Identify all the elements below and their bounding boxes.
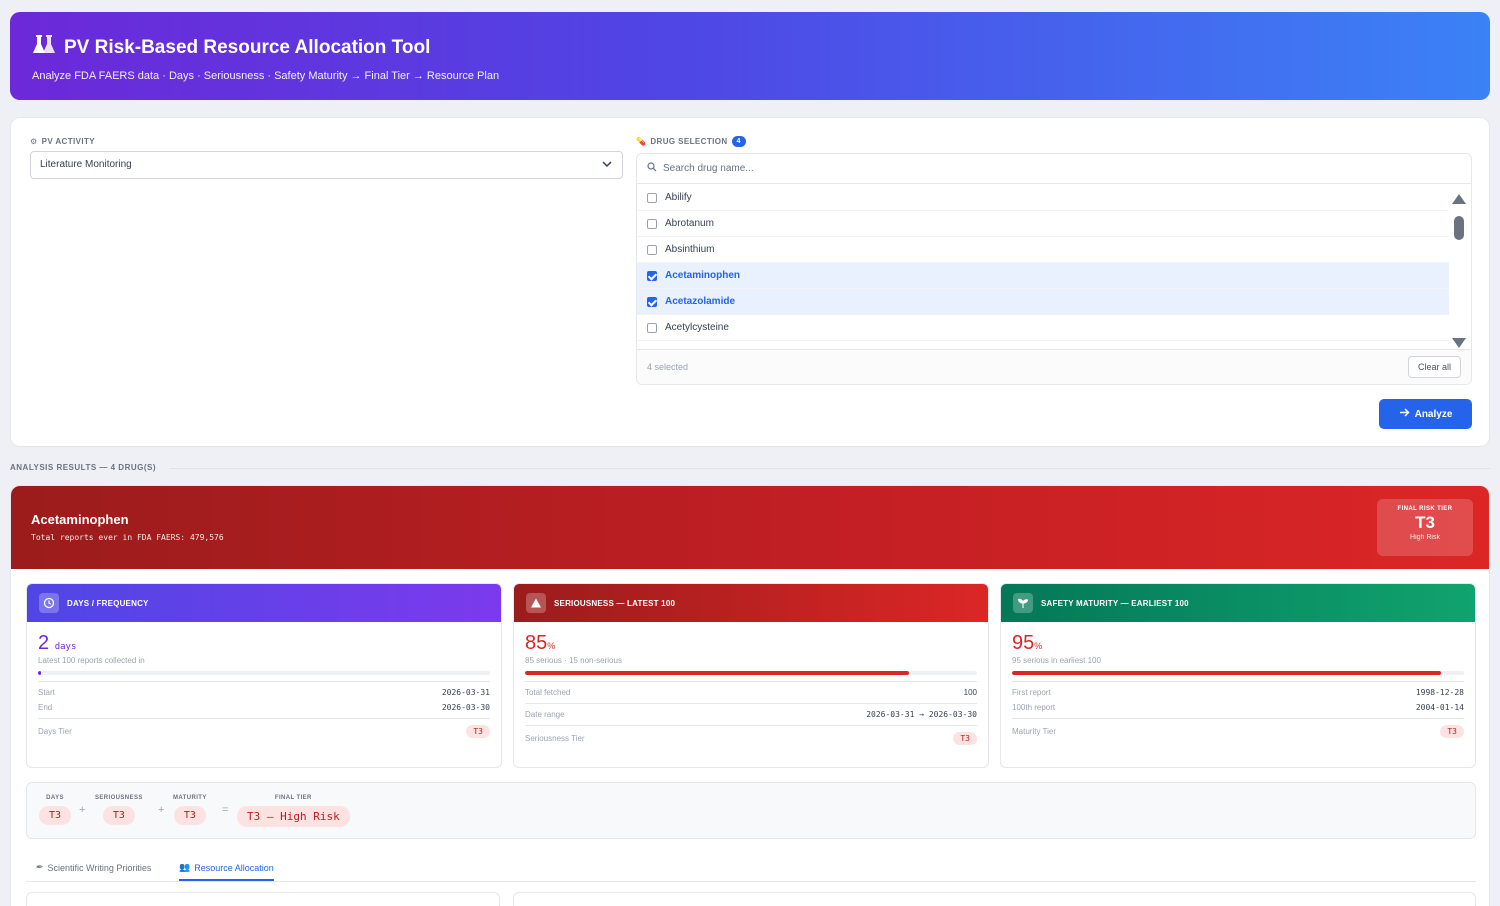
days-progress-bar: [38, 671, 490, 675]
pv-activity-select[interactable]: Literature Monitoring: [30, 151, 623, 179]
maturity-progress-fill: [1012, 671, 1442, 675]
people-icon: 👥: [179, 862, 191, 872]
maturity-tier-badge: T3: [1440, 725, 1464, 738]
plus-operator: +: [79, 804, 86, 816]
drug-item-acetylcysteine[interactable]: Acetylcysteine: [637, 315, 1449, 341]
drug-search-input[interactable]: Search drug name...: [637, 154, 1471, 184]
tab-resource-allocation[interactable]: 👥 Resource Allocation: [179, 862, 274, 881]
days-end-row: End 2026-03-30: [38, 703, 490, 712]
scroll-down-arrow-icon[interactable]: [1452, 338, 1466, 348]
gear-icon: ⚙: [30, 137, 38, 146]
pv-activity-label: ⚙ PV ACTIVITY: [30, 137, 96, 146]
checkbox[interactable]: [647, 322, 657, 333]
safety-maturity-card: SAFETY MATURITY — EARLIEST 100 95% 95 se…: [1000, 583, 1476, 768]
formula-final: FINAL TIER T3 — High Risk: [237, 795, 350, 827]
clock-icon: [39, 593, 59, 613]
drug-list: Abilify Abrotanum Absinthium Acetaminoph…: [637, 185, 1449, 351]
search-icon: [647, 162, 657, 175]
formula-maturity: MATURITY T3: [173, 795, 207, 825]
days-start-row: Start 2026-03-31: [38, 688, 490, 697]
drug-item-absinthium[interactable]: Absinthium: [637, 237, 1449, 263]
seriousness-value: 85%: [525, 632, 556, 654]
result-header: Acetaminophen Total reports ever in FDA …: [11, 486, 1489, 569]
seriousness-progress-fill: [525, 671, 910, 675]
scroll-thumb[interactable]: [1454, 216, 1464, 240]
hundredth-report-row: 100th report 2004-01-14: [1012, 703, 1464, 712]
drug-list-scrollbar[interactable]: [1451, 190, 1467, 350]
flask-icon: [32, 34, 56, 62]
final-risk-tier-box: FINAL RISK TIER T3 High Risk: [1377, 499, 1473, 556]
drug-item-abrotanum[interactable]: Abrotanum: [637, 211, 1449, 237]
scroll-up-arrow-icon[interactable]: [1452, 194, 1466, 204]
plus-operator: +: [158, 804, 165, 816]
maturity-tier-row: Maturity Tier T3: [1012, 725, 1464, 738]
seriousness-tier-badge: T3: [953, 732, 977, 745]
final-risk-tier-value: T3: [1415, 513, 1435, 532]
total-fetched-row: Total fetched 100: [525, 688, 977, 697]
days-card-header: DAYS / FREQUENCY: [27, 584, 501, 622]
maturity-card-header: SAFETY MATURITY — EARLIEST 100: [1001, 584, 1475, 622]
pen-icon: ✒: [36, 862, 44, 872]
days-value: 2 days: [38, 632, 77, 654]
drug-selector: Search drug name... Abilify Abrotanum Ab…: [636, 153, 1472, 385]
seriousness-progress-bar: [525, 671, 977, 675]
formula-days: DAYS T3: [39, 795, 72, 825]
maturity-progress-bar: [1012, 671, 1464, 675]
drug-item-acetazolamide[interactable]: Acetazolamide: [637, 289, 1449, 315]
selection-count-badge: 4: [731, 136, 746, 147]
drug-selector-footer: 4 selected Clear all: [637, 349, 1471, 384]
pills-icon: 💊: [636, 137, 647, 146]
content-card-right: [513, 892, 1476, 906]
seriousness-tier-row: Seriousness Tier T3: [525, 732, 977, 745]
selected-count-text: 4 selected: [647, 362, 689, 372]
days-caption: Latest 100 reports collected in: [38, 656, 145, 665]
result-drug-name: Acetaminophen: [31, 512, 129, 527]
seriousness-card: SERIOUSNESS — LATEST 100 85% 85 serious …: [513, 583, 989, 768]
app-title-text: PV Risk-Based Resource Allocation Tool: [64, 37, 431, 58]
config-panel: ⚙ PV ACTIVITY Literature Monitoring 💊 DR…: [10, 117, 1490, 447]
date-range-row: Date range 2026-03-31 → 2026-03-30: [525, 710, 977, 719]
final-risk-level: High Risk: [1410, 534, 1440, 541]
tab-scientific-writing[interactable]: ✒ Scientific Writing Priorities: [36, 862, 151, 879]
tier-formula: DAYS T3 + SERIOUSNESS T3 + MATURITY T3 =…: [26, 782, 1476, 839]
drug-item-acetaminophen[interactable]: Acetaminophen: [637, 263, 1449, 289]
chevron-down-icon: [602, 160, 612, 171]
seriousness-card-header: SERIOUSNESS — LATEST 100: [514, 584, 988, 622]
result-tabs: ✒ Scientific Writing Priorities 👥 Resour…: [26, 858, 1476, 882]
search-placeholder: Search drug name...: [663, 163, 754, 174]
formula-seriousness: SERIOUSNESS T3: [95, 795, 143, 825]
divider: [170, 468, 1490, 469]
checkbox[interactable]: [647, 218, 657, 229]
app-title: PV Risk-Based Resource Allocation Tool: [32, 34, 1468, 62]
checkbox[interactable]: [647, 192, 657, 203]
app-header: PV Risk-Based Resource Allocation Tool A…: [10, 12, 1490, 100]
app-subtitle: Analyze FDA FAERS data · Days · Seriousn…: [32, 70, 500, 82]
maturity-value: 95%: [1012, 632, 1043, 654]
analyze-button[interactable]: Analyze: [1379, 399, 1472, 429]
checkbox-checked[interactable]: [647, 270, 657, 281]
clear-all-button[interactable]: Clear all: [1407, 356, 1461, 378]
results-section-label: ANALYSIS RESULTS — 4 DRUG(S): [10, 463, 157, 472]
drug-selection-label: 💊 DRUG SELECTION 4: [636, 136, 746, 147]
arrow-right-icon: [1399, 408, 1410, 420]
drug-result-card: Acetaminophen Total reports ever in FDA …: [10, 485, 1490, 906]
warning-icon: [526, 593, 546, 613]
content-card-left: [26, 892, 500, 906]
days-tier-badge: T3: [466, 725, 490, 738]
checkbox-checked[interactable]: [647, 296, 657, 307]
checkbox[interactable]: [647, 244, 657, 255]
sprout-icon: [1013, 593, 1033, 613]
final-risk-tier-label: FINAL RISK TIER: [1397, 506, 1453, 512]
total-reports-text: Total reports ever in FDA FAERS: 479,576: [31, 533, 224, 542]
days-frequency-card: DAYS / FREQUENCY 2 days Latest 100 repor…: [26, 583, 502, 768]
first-report-row: First report 1998-12-28: [1012, 688, 1464, 697]
equals-operator: =: [222, 804, 229, 816]
drug-item-abilify[interactable]: Abilify: [637, 185, 1449, 211]
days-progress-fill: [38, 671, 41, 675]
seriousness-caption: 85 serious · 15 non-serious: [525, 656, 622, 665]
days-tier-row: Days Tier T3: [38, 725, 490, 738]
maturity-caption: 95 serious in earliest 100: [1012, 656, 1101, 665]
pv-activity-value: Literature Monitoring: [40, 159, 132, 170]
